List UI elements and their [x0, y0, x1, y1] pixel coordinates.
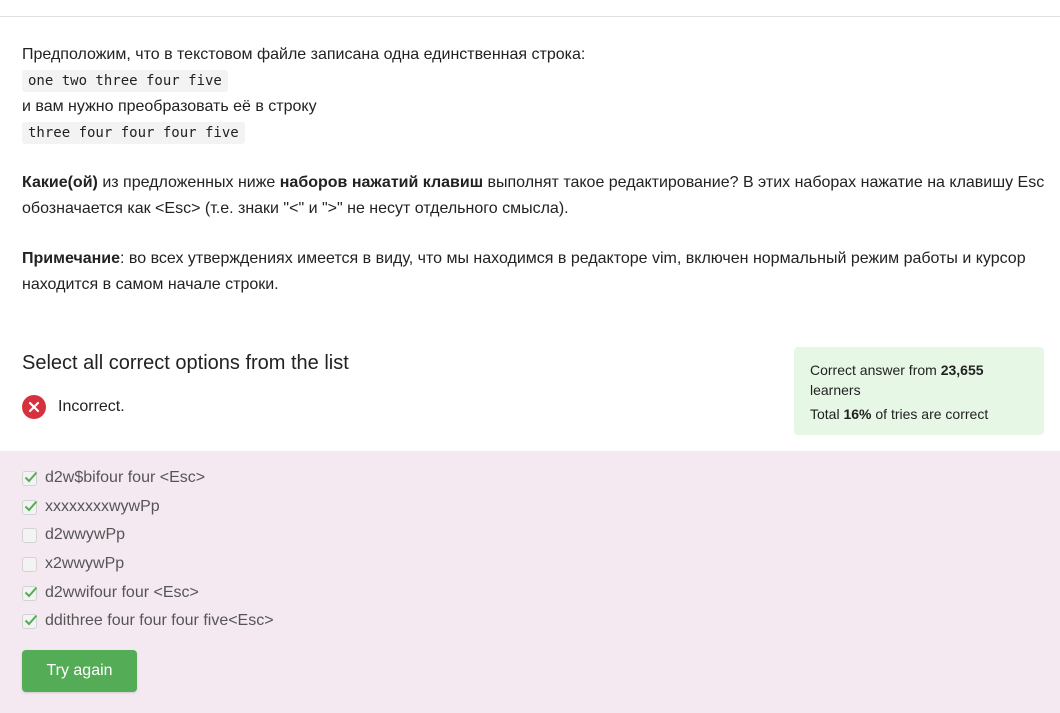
- option-label: ddithree four four four five<Esc>: [45, 612, 274, 629]
- option-label: d2w$bifour four <Esc>: [45, 469, 206, 486]
- code-target: three four four four five: [22, 122, 245, 144]
- option-label: x2wwywPp: [45, 555, 125, 572]
- checkbox-checked[interactable]: [22, 613, 38, 629]
- checkbox-checked[interactable]: [22, 470, 38, 486]
- x-circle-icon: [22, 395, 46, 419]
- option-label: d2wwifour four <Esc>: [45, 584, 199, 601]
- try-again-button[interactable]: Try again: [22, 650, 137, 692]
- checkmark-icon: [24, 471, 38, 482]
- quiz-title: Select all correct options from the list: [22, 352, 349, 374]
- option-item[interactable]: d2wwywPp: [22, 526, 125, 544]
- option-item[interactable]: d2wwifour four <Esc>: [22, 584, 199, 602]
- stats-card: Correct answer from 23,655 learners Tota…: [794, 347, 1044, 435]
- option-item[interactable]: d2w$bifour four <Esc>: [22, 469, 205, 487]
- option-item[interactable]: ddithree four four four five<Esc>: [22, 612, 274, 630]
- option-label: d2wwywPp: [45, 526, 126, 543]
- options-panel: [0, 451, 1060, 713]
- status-label: Incorrect.: [58, 398, 125, 415]
- question-line-1: Предположим, что в текстовом файле запис…: [22, 46, 586, 63]
- checkbox-checked[interactable]: [22, 585, 38, 601]
- checkbox-checked[interactable]: [22, 499, 38, 515]
- code-original: one two three four five: [22, 70, 228, 92]
- stats-learners: Correct answer from 23,655 learners: [810, 362, 984, 398]
- checkmark-icon: [24, 614, 38, 625]
- status-row: Incorrect.: [22, 395, 125, 419]
- question-line-2: и вам нужно преобразовать её в строку: [22, 98, 317, 115]
- option-item[interactable]: x2wwywPp: [22, 555, 124, 573]
- checkmark-icon: [24, 586, 38, 597]
- option-label: xxxxxxxxwywPp: [45, 498, 160, 515]
- stats-percent: Total 16% of tries are correct: [810, 406, 989, 422]
- checkmark-icon: [24, 500, 38, 511]
- option-item[interactable]: xxxxxxxxwywPp: [22, 498, 160, 516]
- question-note: Примечание: во всех утверждениях имеется…: [22, 250, 1026, 293]
- top-divider: [0, 16, 1060, 17]
- checkbox-unchecked[interactable]: [22, 556, 37, 572]
- checkbox-unchecked[interactable]: [22, 527, 37, 543]
- question-text: Предположим, что в текстовом файле запис…: [22, 42, 1052, 298]
- question-paragraph-2: Какие(ой) из предложенных ниже наборов н…: [22, 174, 1045, 217]
